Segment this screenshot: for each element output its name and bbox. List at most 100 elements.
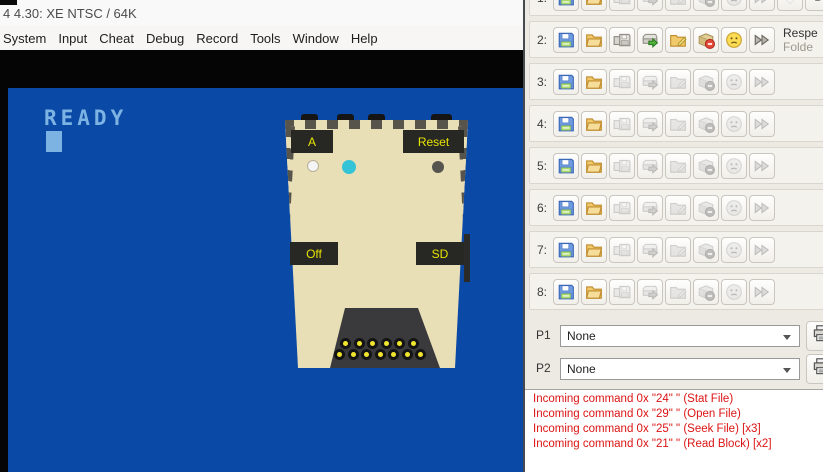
drive-arrow-button[interactable] [637, 111, 663, 137]
smiley-button[interactable] [721, 195, 747, 221]
skip-forward-button[interactable] [749, 111, 775, 137]
box-eject-button[interactable] [693, 237, 719, 263]
smiley-button[interactable] [721, 27, 747, 53]
open-folder-button[interactable] [581, 153, 607, 179]
save-floppy-button[interactable] [553, 237, 579, 263]
smiley-button[interactable] [721, 111, 747, 137]
save-floppy-button[interactable] [553, 0, 579, 11]
mount-floppy-button[interactable] [609, 69, 635, 95]
drive-arrow-button[interactable] [637, 195, 663, 221]
open-folder-button[interactable] [581, 69, 607, 95]
drive-arrow-button[interactable] [637, 153, 663, 179]
drive-arrow-button[interactable] [637, 237, 663, 263]
save-floppy-button[interactable] [553, 27, 579, 53]
folder-edit-button[interactable] [665, 195, 691, 221]
save-floppy-button[interactable] [553, 111, 579, 137]
printer-select-p1[interactable]: None [560, 325, 800, 347]
mount-floppy-button[interactable] [609, 27, 635, 53]
smiley-button[interactable] [721, 0, 747, 11]
mount-floppy-icon [613, 241, 631, 259]
letter-b-button[interactable]: B [805, 0, 823, 11]
mount-floppy-button[interactable] [609, 0, 635, 11]
mount-floppy-button[interactable] [609, 237, 635, 263]
folder-edit-button[interactable] [665, 237, 691, 263]
heart-outline-icon [781, 0, 799, 7]
smiley-button[interactable] [721, 153, 747, 179]
printer-button-p1[interactable] [806, 321, 823, 351]
drive-row: 1:B [529, 0, 823, 16]
mount-floppy-icon [613, 0, 631, 7]
mount-floppy-button[interactable] [609, 195, 635, 221]
open-folder-button[interactable] [581, 237, 607, 263]
skip-forward-icon [753, 241, 771, 259]
open-folder-button[interactable] [581, 27, 607, 53]
folder-edit-button[interactable] [665, 279, 691, 305]
skip-forward-button[interactable] [749, 195, 775, 221]
save-floppy-button[interactable] [553, 153, 579, 179]
skip-forward-button[interactable] [749, 237, 775, 263]
box-eject-button[interactable] [693, 0, 719, 11]
menu-item-tools[interactable]: Tools [244, 31, 286, 46]
box-eject-button[interactable] [693, 69, 719, 95]
drive-row-buttons [553, 153, 775, 179]
folder-edit-button[interactable] [665, 111, 691, 137]
save-floppy-icon [557, 157, 575, 175]
box-eject-icon [697, 31, 715, 49]
printer-select-p2-value: None [567, 362, 596, 376]
drive-row-label: 8: [530, 285, 553, 299]
skip-forward-button[interactable] [749, 0, 775, 11]
drive-arrow-button[interactable] [637, 69, 663, 95]
skip-forward-button[interactable] [749, 279, 775, 305]
folder-edit-button[interactable] [665, 27, 691, 53]
open-folder-button[interactable] [581, 111, 607, 137]
skip-forward-button[interactable] [749, 153, 775, 179]
menu-item-cheat[interactable]: Cheat [93, 31, 140, 46]
printer-button-p2[interactable] [806, 354, 823, 384]
sio-device: A Reset Off SD [283, 114, 470, 368]
box-eject-button[interactable] [693, 153, 719, 179]
open-folder-button[interactable] [581, 195, 607, 221]
menu-item-input[interactable]: Input [52, 31, 93, 46]
save-floppy-icon [557, 0, 575, 7]
mount-floppy-button[interactable] [609, 279, 635, 305]
folder-edit-button[interactable] [665, 69, 691, 95]
mount-floppy-button[interactable] [609, 111, 635, 137]
skip-forward-button[interactable] [749, 27, 775, 53]
menu-item-debug[interactable]: Debug [140, 31, 190, 46]
box-eject-button[interactable] [693, 195, 719, 221]
open-folder-button[interactable] [581, 279, 607, 305]
mount-floppy-button[interactable] [609, 153, 635, 179]
save-floppy-button[interactable] [553, 279, 579, 305]
drive-row-buttons [553, 27, 775, 53]
sio-pin [394, 338, 405, 349]
save-floppy-button[interactable] [553, 195, 579, 221]
heart-outline-button[interactable] [777, 0, 803, 11]
drive-row: 2:RespeFolde [529, 21, 823, 58]
folder-edit-button[interactable] [665, 0, 691, 11]
mount-floppy-icon [613, 73, 631, 91]
smiley-button[interactable] [721, 69, 747, 95]
open-folder-icon [585, 115, 603, 133]
menu-item-record[interactable]: Record [190, 31, 244, 46]
menu-item-window[interactable]: Window [287, 31, 345, 46]
skip-forward-button[interactable] [749, 69, 775, 95]
box-eject-button[interactable] [693, 111, 719, 137]
drive-arrow-button[interactable] [637, 0, 663, 11]
open-folder-button[interactable] [581, 0, 607, 11]
drive-arrow-button[interactable] [637, 27, 663, 53]
box-eject-button[interactable] [693, 279, 719, 305]
printer-icon [812, 324, 823, 348]
drive-arrow-icon [641, 199, 659, 217]
folder-edit-button[interactable] [665, 153, 691, 179]
box-eject-button[interactable] [693, 27, 719, 53]
save-floppy-button[interactable] [553, 69, 579, 95]
smiley-button[interactable] [721, 237, 747, 263]
menu-item-system[interactable]: System [0, 31, 52, 46]
mount-floppy-icon [613, 115, 631, 133]
menu-item-help[interactable]: Help [345, 31, 384, 46]
sio-pin [388, 349, 399, 360]
drive-arrow-button[interactable] [637, 279, 663, 305]
skip-forward-icon [753, 31, 771, 49]
smiley-button[interactable] [721, 279, 747, 305]
printer-select-p2[interactable]: None [560, 358, 800, 380]
